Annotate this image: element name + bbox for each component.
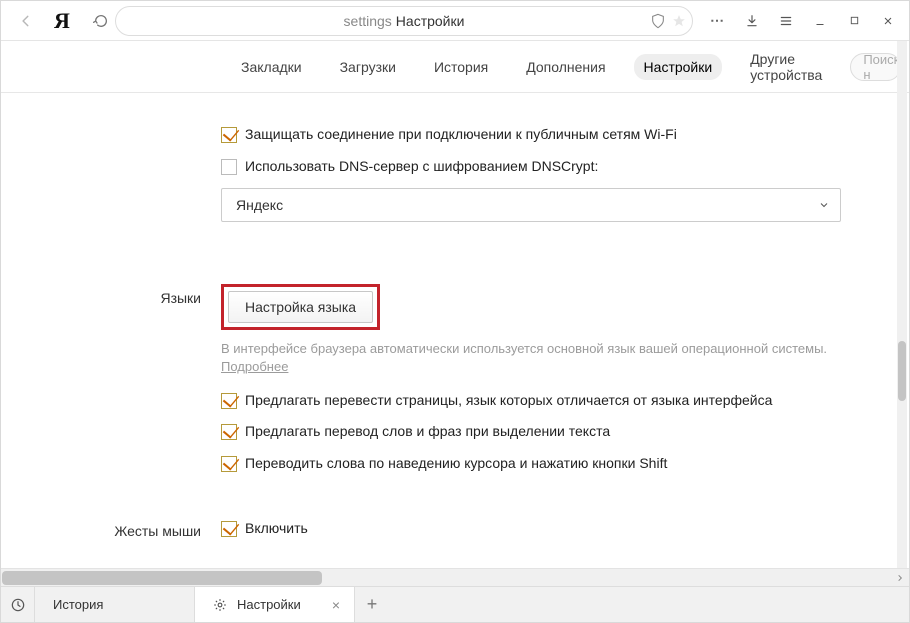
main-menu-button[interactable]	[771, 6, 801, 36]
window-close-button[interactable]	[873, 6, 903, 36]
bookmark-star-icon[interactable]	[672, 14, 686, 28]
dnscrypt-select[interactable]: Яндекс	[221, 188, 841, 222]
browser-tab-settings[interactable]: Настройки ×	[195, 587, 355, 622]
checkbox-row-translate-hover[interactable]: Переводить слова по наведению курсора и …	[221, 454, 849, 474]
new-tab-button[interactable]: +	[355, 587, 389, 622]
address-right-icons	[650, 13, 686, 29]
horizontal-scrollbar-thumb[interactable]	[2, 571, 322, 585]
security-section-tail: Защищать соединение при подключении к пу…	[1, 119, 849, 246]
recent-tabs-button[interactable]	[1, 587, 35, 622]
vertical-scrollbar-thumb[interactable]	[898, 341, 906, 401]
tab-other-devices[interactable]: Другие устройства	[740, 46, 832, 88]
highlight-box: Настройка языка	[221, 284, 380, 330]
language-hint: В интерфейсе браузера автоматически испо…	[221, 340, 831, 376]
checkbox-label: Предлагать перевод слов и фраз при выдел…	[245, 422, 610, 442]
address-bar[interactable]: settings Настройки	[115, 6, 693, 36]
checkbox-row-protect-wifi[interactable]: Защищать соединение при подключении к пу…	[221, 125, 849, 145]
chevron-down-icon	[818, 199, 830, 211]
tab-bookmarks[interactable]: Закладки	[231, 54, 312, 80]
horizontal-scrollbar[interactable]	[1, 568, 909, 586]
configure-language-button[interactable]: Настройка языка	[228, 291, 373, 323]
content-area: Защищать соединение при подключении к пу…	[1, 93, 909, 568]
checkbox-icon[interactable]	[221, 456, 237, 472]
select-value: Яндекс	[236, 197, 283, 213]
browser-tab-history[interactable]: История	[35, 587, 195, 622]
more-menu-button[interactable]: ⋯	[703, 6, 733, 36]
settings-tab-nav: Закладки Загрузки История Дополнения Нас…	[1, 41, 909, 93]
mouse-gestures-section: Жесты мыши Включить	[1, 515, 849, 551]
downloads-button[interactable]	[737, 6, 767, 36]
tab-title: Настройки	[237, 597, 301, 612]
checkbox-label: Включить	[245, 519, 308, 539]
language-hint-more-link[interactable]: Подробнее	[221, 359, 288, 374]
checkbox-icon[interactable]	[221, 393, 237, 409]
gear-icon	[213, 598, 227, 612]
checkbox-row-dnscrypt[interactable]: Использовать DNS-сервер с шифрованием DN…	[221, 157, 849, 177]
checkbox-icon[interactable]	[221, 127, 237, 143]
checkbox-icon[interactable]	[221, 159, 237, 175]
hscroll-right-arrow-icon[interactable]	[891, 569, 909, 587]
tab-settings[interactable]: Настройки	[634, 54, 723, 80]
checkbox-row-enable-gestures[interactable]: Включить	[221, 519, 849, 539]
vertical-scrollbar[interactable]	[897, 41, 907, 568]
tab-title: История	[53, 597, 103, 612]
checkbox-label: Предлагать перевести страницы, язык кото…	[245, 391, 772, 411]
protect-shield-icon[interactable]	[650, 13, 666, 29]
nav-left: Я	[1, 6, 77, 36]
section-label-languages: Языки	[1, 282, 221, 306]
close-tab-button[interactable]: ×	[332, 597, 340, 613]
tab-history[interactable]: История	[424, 54, 498, 80]
address-text-left: settings	[344, 13, 392, 29]
back-button[interactable]	[11, 6, 41, 36]
checkbox-row-translate-pages[interactable]: Предлагать перевести страницы, язык кото…	[221, 391, 849, 411]
yandex-logo-icon[interactable]: Я	[47, 8, 77, 34]
window-controls: ⋯	[703, 6, 909, 36]
checkbox-label: Защищать соединение при подключении к пу…	[245, 125, 677, 145]
section-label-mouse: Жесты мыши	[1, 515, 221, 539]
window-minimize-button[interactable]	[805, 6, 835, 36]
address-text-right: Настройки	[396, 13, 465, 29]
checkbox-label: Переводить слова по наведению курсора и …	[245, 454, 667, 474]
checkbox-row-translate-selection[interactable]: Предлагать перевод слов и фраз при выдел…	[221, 422, 849, 442]
reload-button[interactable]	[87, 7, 115, 35]
tab-extensions[interactable]: Дополнения	[516, 54, 615, 80]
bottom-tab-strip: История Настройки × +	[1, 586, 909, 622]
checkbox-icon[interactable]	[221, 424, 237, 440]
address-wrap: settings Настройки	[87, 6, 693, 36]
checkbox-label: Использовать DNS-сервер с шифрованием DN…	[245, 157, 598, 177]
settings-search-input[interactable]: Поиск н	[850, 53, 901, 81]
tab-downloads[interactable]: Загрузки	[330, 54, 406, 80]
checkbox-icon[interactable]	[221, 521, 237, 537]
title-bar: Я settings Настройки ⋯	[1, 1, 909, 41]
languages-section: Языки Настройка языка В интерфейсе брауз…	[1, 282, 849, 485]
window-maximize-button[interactable]	[839, 6, 869, 36]
